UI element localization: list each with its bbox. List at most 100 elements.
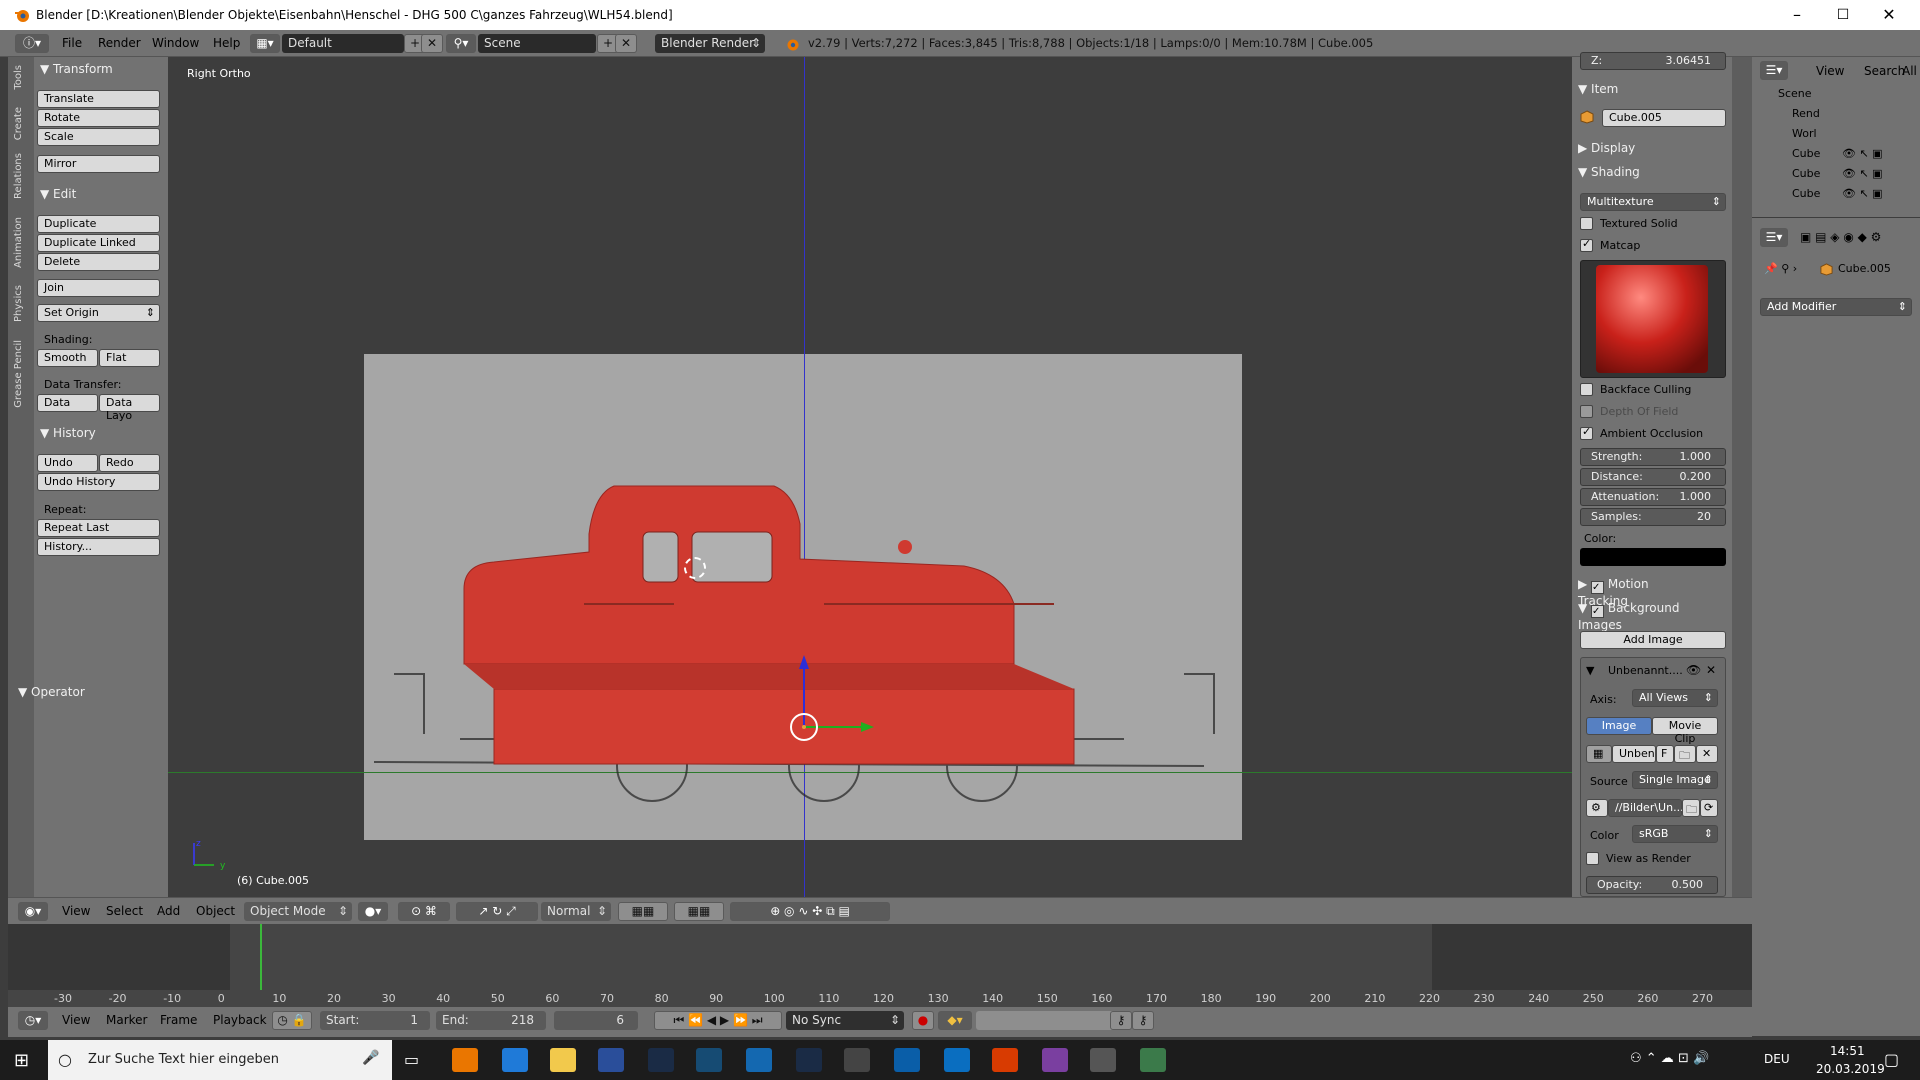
timeline-editor-icon[interactable]: ◷▾ bbox=[18, 1011, 48, 1030]
teamviewer-icon[interactable] bbox=[746, 1048, 772, 1072]
tab-physics[interactable]: Physics bbox=[13, 285, 24, 322]
unlink-image-icon[interactable]: ✕ bbox=[1696, 745, 1718, 763]
tl-menu-marker[interactable]: Marker bbox=[106, 1013, 147, 1027]
visibility-eye-icon[interactable]: 👁 ↖ ▣ bbox=[1842, 167, 1883, 180]
ambient-occlusion-checkbox[interactable] bbox=[1580, 425, 1593, 440]
properties-context-tabs-icon[interactable]: ▣ ▤ ◈ ◉ ◆ ⚙ bbox=[1800, 230, 1881, 244]
sync-dropdown[interactable]: No Sync ⇕ bbox=[786, 1011, 904, 1030]
blender-taskbar-icon[interactable] bbox=[452, 1048, 478, 1072]
scale-button[interactable]: Scale bbox=[37, 128, 160, 146]
remove-scene-icon[interactable]: ✕ bbox=[615, 34, 637, 53]
layers-grid-icon[interactable]: ▦▦ bbox=[674, 902, 724, 921]
screen-layout-field[interactable]: Default bbox=[282, 34, 404, 53]
pin-icon[interactable]: 📌 ⚲ › bbox=[1764, 262, 1797, 275]
outliner-search-menu[interactable]: Search bbox=[1864, 64, 1905, 78]
motion-tracking-panel-header[interactable]: ▶ ✓ Motion Tracking bbox=[1572, 575, 1706, 608]
taskbar-app-icon[interactable] bbox=[598, 1048, 624, 1072]
clock-time[interactable]: 14:51 bbox=[1830, 1044, 1865, 1058]
outliner-item-scene[interactable]: Scene bbox=[1778, 87, 1812, 100]
add-image-button[interactable]: Add Image bbox=[1580, 631, 1726, 649]
shading-mode-dropdown[interactable]: Multitexture ⇕ bbox=[1580, 193, 1726, 211]
taskbar-app-icon[interactable] bbox=[696, 1048, 722, 1072]
system-tray-icons[interactable]: ⚇ ⌃ ☁ ⊡ 🔊 bbox=[1630, 1051, 1709, 1066]
locomotive-model[interactable] bbox=[364, 354, 1242, 840]
taskbar-search-box[interactable]: ○ Zur Suche Text hier eingeben 🎤 bbox=[48, 1040, 392, 1080]
taskbar-app-icon[interactable] bbox=[894, 1048, 920, 1072]
outliner-item-cube[interactable]: Cube bbox=[1792, 187, 1820, 200]
shading-panel-header[interactable]: ▼ Shading bbox=[1572, 163, 1706, 183]
opacity-field[interactable]: Opacity: 0.500 bbox=[1586, 876, 1718, 894]
orientation-dropdown[interactable]: Normal ⇕ bbox=[541, 902, 611, 921]
object-name-field[interactable]: Cube.005 bbox=[1602, 109, 1726, 127]
duplicate-linked-button[interactable]: Duplicate Linked bbox=[37, 234, 160, 252]
scene-icon[interactable]: ⚲▾ bbox=[446, 34, 476, 53]
pivot-icon[interactable]: ⊙ ⌘ bbox=[398, 902, 450, 921]
duplicate-button[interactable]: Duplicate bbox=[37, 215, 160, 233]
item-panel-header[interactable]: ▼ Item bbox=[1572, 80, 1706, 100]
data-layout-button[interactable]: Data Layo bbox=[99, 394, 160, 422]
tab-animation[interactable]: Animation bbox=[13, 217, 24, 268]
browse-folder-icon[interactable]: 🗀 bbox=[1682, 799, 1700, 817]
source-dropdown[interactable]: Single Image ⇕ bbox=[1632, 771, 1718, 789]
windows-start-icon[interactable]: ⊞ bbox=[14, 1050, 29, 1071]
background-images-panel-header[interactable]: ▼ ✓ Background Images bbox=[1572, 599, 1706, 632]
edge-icon[interactable] bbox=[502, 1048, 528, 1072]
join-button[interactable]: Join bbox=[37, 279, 160, 297]
matcap-preview[interactable] bbox=[1580, 260, 1726, 378]
snapping-icons[interactable]: ⊕ ◎ ∿ ✣ ⧉ ▤ bbox=[730, 902, 890, 921]
undo-history-button[interactable]: Undo History bbox=[37, 473, 160, 491]
mode-dropdown[interactable]: Object Mode ⇕ bbox=[244, 902, 352, 921]
samples-field[interactable]: Samples: 20 bbox=[1580, 508, 1726, 526]
transform-manipulator-icon[interactable] bbox=[758, 647, 878, 757]
settings-icon[interactable] bbox=[844, 1048, 870, 1072]
image-browse-icon[interactable]: ▦ bbox=[1586, 745, 1612, 763]
flat-button[interactable]: Flat bbox=[99, 349, 160, 367]
maximize-button[interactable]: ☐ bbox=[1820, 0, 1866, 30]
open-image-icon[interactable]: 🗀 bbox=[1674, 745, 1696, 763]
manipulator-icons[interactable]: ↗ ↻ ⤢ bbox=[456, 902, 538, 921]
smooth-button[interactable]: Smooth bbox=[37, 349, 98, 367]
tab-grease-pencil[interactable]: Grease Pencil bbox=[13, 340, 24, 408]
data-button[interactable]: Data bbox=[37, 394, 98, 412]
location-z-field[interactable]: Z: 3.06451 bbox=[1580, 52, 1726, 70]
tab-tools[interactable]: Tools bbox=[13, 65, 24, 90]
screen-layout-icon[interactable]: ▦▾ bbox=[250, 34, 280, 53]
delete-keyframe-icon[interactable]: ⚷ bbox=[1132, 1011, 1154, 1030]
redo-button[interactable]: Redo bbox=[99, 454, 160, 472]
current-frame-line[interactable] bbox=[260, 924, 262, 990]
set-origin-dropdown[interactable]: Set Origin ⇕ bbox=[37, 304, 160, 322]
strength-field[interactable]: Strength: 1.000 bbox=[1580, 448, 1726, 466]
delete-button[interactable]: Delete bbox=[37, 253, 160, 271]
3d-viewport[interactable]: Right Ortho z y (6) Cube.005 bbox=[168, 57, 1572, 897]
axis-dropdown[interactable]: All Views ⇕ bbox=[1632, 689, 1718, 707]
menu-file[interactable]: File bbox=[62, 36, 82, 50]
operator-panel-header[interactable]: ▼ Operator bbox=[12, 683, 162, 703]
3d-cursor-icon[interactable] bbox=[684, 557, 706, 579]
current-frame-field[interactable]: 6 bbox=[554, 1011, 638, 1030]
repeat-last-button[interactable]: Repeat Last bbox=[37, 519, 160, 537]
editor-type-icon[interactable]: ⓘ▾ bbox=[15, 34, 49, 53]
add-modifier-dropdown[interactable]: Add Modifier ⇕ bbox=[1760, 298, 1912, 316]
ao-color-swatch[interactable] bbox=[1580, 548, 1726, 566]
timeline[interactable]: -30 -20 -10 0 10 20 30 40 50 60 70 80 90 100 110 120 130… bbox=[8, 924, 1752, 1012]
tab-relations[interactable]: Relations bbox=[13, 153, 24, 199]
office-icon[interactable] bbox=[992, 1048, 1018, 1072]
outliner-item-world[interactable]: Worl bbox=[1792, 127, 1817, 140]
remove-screen-icon[interactable]: ✕ bbox=[421, 34, 443, 53]
minimize-button[interactable]: – bbox=[1774, 0, 1820, 30]
outliner-editor-icon[interactable]: ☰▾ bbox=[1760, 61, 1788, 80]
close-button[interactable]: ✕ bbox=[1866, 0, 1912, 30]
movie-clip-tab[interactable]: Movie Clip bbox=[1652, 717, 1718, 745]
menu-add[interactable]: Add bbox=[157, 904, 180, 918]
depth-of-field-checkbox[interactable] bbox=[1580, 405, 1593, 418]
render-engine-select[interactable]: Blender Render ⇕ bbox=[655, 34, 765, 53]
view3d-editor-icon[interactable]: ◉▾ bbox=[18, 902, 48, 921]
store-icon[interactable] bbox=[944, 1048, 970, 1072]
visibility-eye-icon[interactable]: 👁 ↖ ▣ bbox=[1842, 187, 1883, 200]
textured-solid-checkbox[interactable] bbox=[1580, 217, 1593, 230]
end-frame-field[interactable]: End: 218 bbox=[436, 1011, 546, 1030]
tl-menu-frame[interactable]: Frame bbox=[160, 1013, 197, 1027]
file-explorer-icon[interactable] bbox=[550, 1048, 576, 1072]
matcap-checkbox[interactable] bbox=[1580, 237, 1593, 252]
tab-create[interactable]: Create bbox=[13, 107, 24, 140]
